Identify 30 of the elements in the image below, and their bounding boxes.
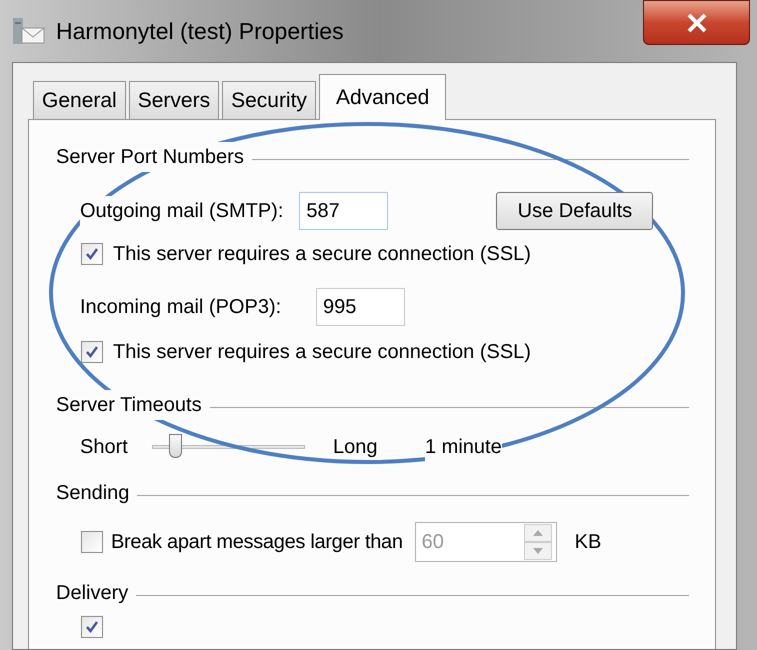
checkbox[interactable]	[81, 243, 103, 265]
group-title: Server Timeouts	[56, 390, 202, 420]
check-icon	[84, 619, 100, 635]
tab[interactable]: General	[33, 81, 126, 119]
slider-label: Short	[80, 435, 129, 460]
tab[interactable]: Servers	[128, 81, 220, 119]
close-button[interactable]	[643, 0, 750, 45]
window-title: Harmonytel (test) Properties	[56, 16, 344, 46]
use-defaults-button[interactable]: Use Defaults	[496, 192, 654, 230]
check-icon	[84, 344, 100, 360]
port-field[interactable]: 587	[299, 192, 388, 230]
group-title: Server Port Numbers	[56, 142, 244, 172]
slider-label: Long	[333, 435, 378, 460]
port-field[interactable]: 995	[316, 288, 405, 326]
checkbox[interactable]	[81, 616, 103, 638]
mail-server-icon	[10, 16, 46, 46]
tab[interactable]: Advanced	[318, 74, 446, 120]
checkbox-label: This server requires a secure connection (SSL)	[113, 340, 531, 365]
checkbox-label: This server requires a secure connection (SSL)	[113, 242, 531, 267]
timeout-slider[interactable]	[152, 434, 305, 460]
spinbox-value: 60	[420, 530, 445, 555]
unit-label: KB	[574, 530, 602, 555]
checkbox-label: Break apart messages larger than	[111, 530, 403, 555]
tab[interactable]: Security	[222, 81, 316, 119]
close-icon	[686, 12, 708, 32]
checkbox[interactable]	[81, 341, 103, 363]
field-label: Incoming mail (POP3):	[80, 295, 282, 320]
check-icon	[84, 246, 100, 262]
slider-thumb[interactable]	[168, 434, 182, 458]
field-label: Outgoing mail (SMTP):	[80, 196, 284, 226]
